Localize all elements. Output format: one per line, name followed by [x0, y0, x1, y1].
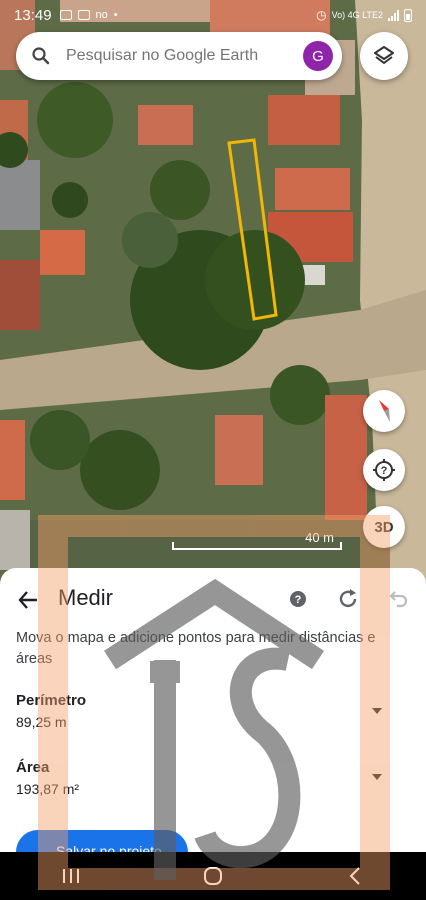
satellite-map[interactable]	[0, 0, 426, 600]
status-time: 13:49	[14, 6, 52, 24]
recents-button[interactable]	[41, 856, 101, 896]
home-icon	[204, 867, 222, 885]
dot-icon: •	[113, 9, 118, 21]
help-icon: ?	[290, 591, 306, 607]
image-icon	[59, 10, 72, 20]
search-placeholder[interactable]: Pesquisar no Google Earth	[66, 47, 303, 65]
back-button[interactable]	[14, 586, 42, 614]
compass-button[interactable]	[363, 390, 405, 432]
network-label: Vo) 4G LTE2	[331, 10, 383, 20]
measure-panel-header: Medir ?	[0, 582, 426, 616]
area-value: 193,87 m²	[16, 781, 80, 797]
alarm-icon: ◷	[316, 8, 327, 22]
notification-icon	[77, 10, 90, 20]
signal-icon	[388, 9, 399, 21]
layers-button[interactable]	[360, 32, 408, 80]
refresh-icon	[339, 589, 357, 608]
voyager-location-icon: ?	[373, 459, 395, 481]
redo-button[interactable]	[335, 586, 361, 612]
svg-text:?: ?	[295, 594, 302, 606]
perimeter-value: 89,25 m	[16, 714, 67, 730]
satellite-imagery	[0, 0, 426, 600]
scale-bar	[172, 542, 342, 550]
panel-title: Medir	[58, 585, 114, 610]
back-nav-button[interactable]	[325, 856, 385, 896]
compass-icon	[379, 400, 390, 422]
battery-icon	[404, 8, 412, 22]
map-scale: 40 m	[172, 530, 342, 552]
perimeter-expand-icon[interactable]	[370, 706, 384, 716]
area-expand-icon[interactable]	[370, 772, 384, 782]
measure-instructions: Mova o mapa e adicione pontos para medir…	[16, 630, 376, 667]
android-nav-bar	[0, 852, 426, 900]
save-to-project-button[interactable]: Salvar no projeto	[16, 830, 188, 852]
svg-text:?: ?	[381, 465, 388, 477]
status-extra-text: no	[95, 9, 108, 21]
perimeter-label: Perímetro	[16, 692, 87, 709]
home-button[interactable]	[183, 856, 243, 896]
help-button[interactable]: ?	[287, 588, 309, 610]
toggle-3d-button[interactable]: 3D	[363, 506, 405, 548]
chevron-left-icon	[349, 867, 360, 885]
arrow-back-icon	[18, 591, 37, 609]
search-icon	[16, 46, 66, 66]
undo-icon	[389, 591, 408, 608]
search-bar[interactable]: Pesquisar no Google Earth G	[16, 32, 342, 80]
account-avatar[interactable]: G	[303, 41, 333, 71]
area-label: Área	[16, 759, 50, 776]
recents-icon	[63, 869, 79, 883]
undo-button[interactable]	[385, 586, 411, 612]
status-bar: 13:49 no • ◷ Vo) 4G LTE2	[0, 0, 426, 30]
save-button-label: Salvar no projeto	[56, 843, 162, 852]
layers-icon	[374, 46, 394, 64]
my-location-button[interactable]: ?	[363, 449, 405, 491]
measure-panel: Medir ? Mova o mapa e adicione pontos pa…	[0, 568, 426, 852]
